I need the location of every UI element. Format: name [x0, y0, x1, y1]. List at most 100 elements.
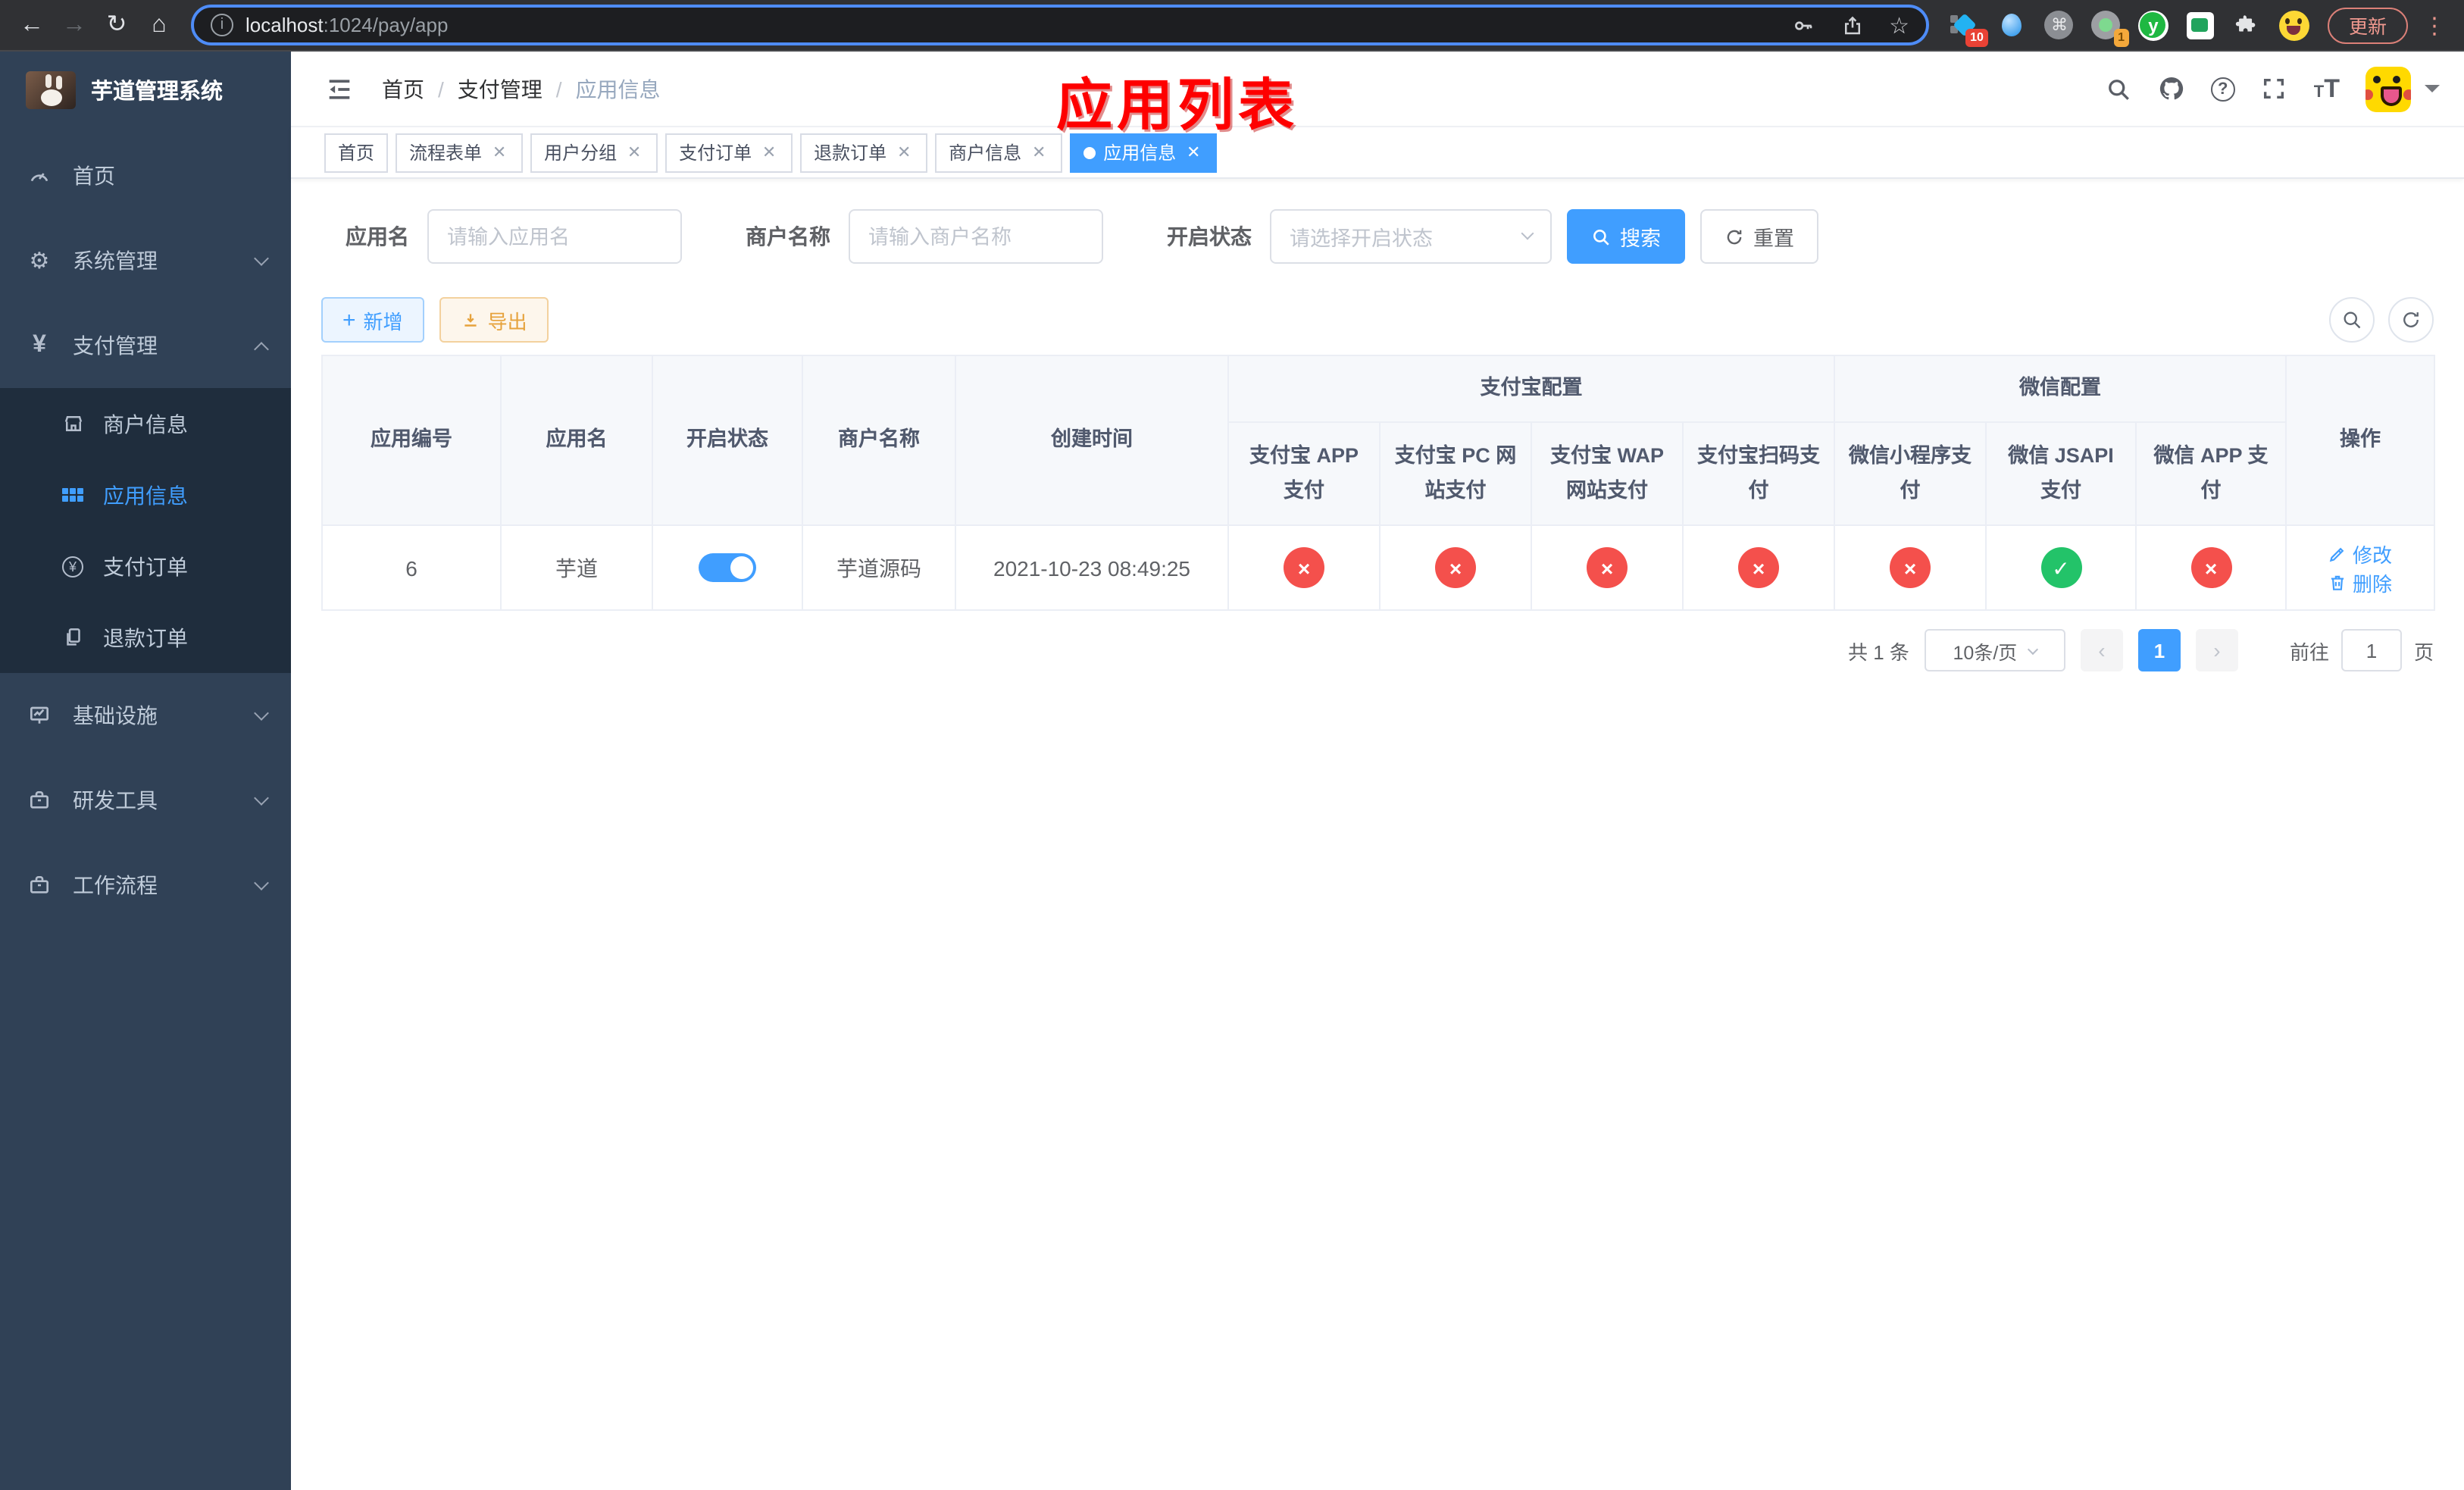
- avatar[interactable]: [2366, 66, 2411, 111]
- chevron-down-icon: [254, 790, 269, 805]
- navbar-actions: ? TT: [2105, 66, 2440, 111]
- caret-down-icon[interactable]: [2425, 85, 2440, 100]
- sidebar-item-merchant-info[interactable]: 商户信息: [0, 388, 291, 459]
- cell-app-id: 6: [321, 524, 502, 611]
- browser-back-icon[interactable]: ←: [12, 12, 52, 37]
- github-icon[interactable]: [2158, 75, 2185, 102]
- add-button[interactable]: + 新增: [321, 297, 424, 343]
- logo-rabbit-image: [26, 70, 76, 108]
- sidebar-item-app-info[interactable]: 应用信息: [0, 459, 291, 531]
- export-button[interactable]: 导出: [439, 297, 549, 343]
- help-icon[interactable]: ?: [2210, 77, 2235, 101]
- app-title: 芋道管理系统: [91, 80, 223, 104]
- annotation-title: 应用列表: [1056, 74, 1299, 136]
- browser-extensions: 10 ⌘ 1 y: [1950, 10, 2309, 46]
- extension-command-icon[interactable]: ⌘: [2044, 10, 2075, 40]
- app-logo[interactable]: 芋道管理系统: [0, 52, 291, 127]
- font-size-icon[interactable]: TT: [2314, 76, 2340, 102]
- page-1-button[interactable]: 1: [2137, 629, 2181, 671]
- browser-chrome: ← → ↻ ⌂ i localhost:1024/pay/app ☆ 10 ⌘ …: [0, 0, 2464, 52]
- browser-reload-icon[interactable]: ↻: [97, 12, 136, 37]
- wechat-app-status-icon: ×: [2190, 547, 2231, 588]
- close-icon[interactable]: ✕: [894, 142, 914, 162]
- enable-toggle[interactable]: [699, 553, 756, 582]
- download-icon: [464, 313, 477, 326]
- chrome-menu-icon[interactable]: ⋮: [2417, 11, 2452, 39]
- password-key-icon[interactable]: [1790, 13, 1815, 37]
- goto-label: 前往: [2289, 640, 2329, 663]
- yen-icon: ¥: [33, 332, 46, 358]
- extension-tag-icon[interactable]: 10: [1950, 10, 1988, 46]
- share-icon[interactable]: [1840, 13, 1863, 37]
- sidebar-item-home[interactable]: 首页: [0, 133, 291, 218]
- close-icon[interactable]: ✕: [624, 142, 644, 162]
- gear-icon: ⚙: [29, 248, 50, 274]
- sidebar-item-system[interactable]: ⚙ 系统管理: [0, 218, 291, 303]
- tab-user-group[interactable]: 用户分组 ✕: [530, 133, 658, 172]
- url-bar[interactable]: i localhost:1024/pay/app ☆: [191, 5, 1929, 45]
- col-alipay-app: 支付宝 APP 支付: [1227, 421, 1381, 526]
- search-icon[interactable]: [2105, 75, 2132, 102]
- delete-link[interactable]: 删除: [2328, 568, 2392, 596]
- col-alipay-qr: 支付宝扫码支付: [1682, 421, 1835, 526]
- chevron-down-icon: [2028, 643, 2039, 655]
- status-select[interactable]: 请选择开启状态: [1270, 209, 1552, 264]
- sidebar-item-pay-order[interactable]: ¥ 支付订单: [0, 531, 291, 602]
- extension-y-icon[interactable]: y: [2137, 10, 2169, 40]
- chevron-down-icon: [1521, 227, 1534, 240]
- toggle-search-button[interactable]: [2329, 297, 2375, 343]
- extension-puzzle-icon[interactable]: [2232, 10, 2262, 40]
- tab-process-form[interactable]: 流程表单 ✕: [396, 133, 524, 172]
- sidebar-item-refund-order[interactable]: 退款订单: [0, 602, 291, 673]
- browser-forward-icon[interactable]: →: [55, 12, 94, 37]
- tab-pay-order[interactable]: 支付订单 ✕: [665, 133, 793, 172]
- tab-home[interactable]: 首页: [324, 133, 389, 172]
- extension-balloon-icon[interactable]: [1997, 10, 2028, 40]
- chevron-down-icon: [254, 875, 269, 890]
- chrome-update-button[interactable]: 更新: [2327, 7, 2408, 43]
- merchant-name-input[interactable]: [849, 209, 1103, 264]
- sidebar-item-workflow[interactable]: 工作流程: [0, 843, 291, 928]
- breadcrumb-home[interactable]: 首页: [382, 74, 424, 104]
- bookmark-star-icon[interactable]: ☆: [1889, 11, 1909, 39]
- goto-page-input[interactable]: [2340, 629, 2402, 671]
- edit-link[interactable]: 修改: [2328, 539, 2392, 568]
- sidebar-collapse-icon[interactable]: [324, 74, 355, 104]
- chevron-up-icon: [254, 341, 269, 356]
- sidebar-item-infrastructure[interactable]: 基础设施: [0, 673, 291, 758]
- reset-button[interactable]: 重置: [1700, 209, 1818, 264]
- prev-page-button[interactable]: ‹: [2080, 629, 2123, 671]
- sidebar-item-payment[interactable]: ¥ 支付管理: [0, 303, 291, 388]
- table-row: 6 芋道 芋道源码 2021-10-23 08:49:25 × × × × × …: [321, 524, 2435, 611]
- sidebar-item-dev-tools[interactable]: 研发工具: [0, 758, 291, 843]
- extension-smiley-icon[interactable]: [2278, 10, 2309, 40]
- app-table: 应用编号 应用名 开启状态 商户名称 创建时间 支付宝配置 微信配置 操作 支付…: [321, 355, 2435, 611]
- next-page-button[interactable]: ›: [2195, 629, 2238, 671]
- page-size-select[interactable]: 10条/页: [1924, 629, 2065, 671]
- close-icon[interactable]: ✕: [759, 142, 779, 162]
- breadcrumb-payment[interactable]: 支付管理: [458, 74, 543, 104]
- close-icon[interactable]: ✕: [1029, 142, 1049, 162]
- tab-merchant-info[interactable]: 商户信息 ✕: [935, 133, 1063, 172]
- tab-refund-order[interactable]: 退款订单 ✕: [800, 133, 928, 172]
- col-app-name: 应用名: [500, 355, 653, 526]
- close-icon[interactable]: ✕: [1184, 142, 1203, 162]
- storefront-icon: [61, 412, 85, 436]
- merchant-name-label: 商户名称: [746, 224, 830, 249]
- browser-home-icon[interactable]: ⌂: [139, 12, 179, 37]
- briefcase-icon: [27, 788, 52, 812]
- col-merchant: 商户名称: [802, 355, 956, 526]
- col-group-alipay: 支付宝配置: [1227, 355, 1835, 423]
- grid-icon: [61, 483, 85, 507]
- url-text[interactable]: localhost:1024/pay/app: [245, 14, 448, 36]
- app-name-input[interactable]: [427, 209, 682, 264]
- search-button[interactable]: 搜索: [1567, 209, 1685, 264]
- extension-chat-icon[interactable]: [2185, 10, 2215, 40]
- close-icon[interactable]: ✕: [489, 142, 509, 162]
- refresh-button[interactable]: [2388, 297, 2434, 343]
- extension-recorder-icon[interactable]: 1: [2091, 10, 2129, 46]
- wechat-mini-status-icon: ×: [1890, 547, 1931, 588]
- fullscreen-icon[interactable]: [2261, 75, 2288, 102]
- site-info-icon[interactable]: i: [211, 14, 233, 36]
- col-wechat-app: 微信 APP 支付: [2135, 421, 2287, 526]
